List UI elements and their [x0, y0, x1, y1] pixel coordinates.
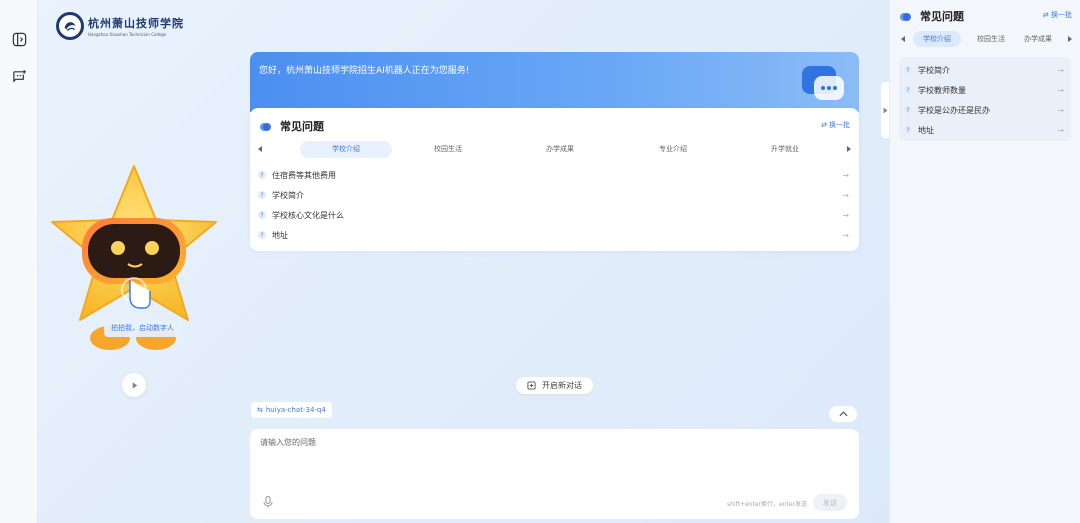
- arrow-right-icon: →: [1057, 126, 1064, 135]
- welcome-banner: 您好，杭州萧山技师学院招生AI机器人正在为您服务!: [250, 52, 859, 112]
- faq-question-text: 学校核心文化是什么: [272, 210, 344, 220]
- play-button[interactable]: [122, 373, 146, 397]
- faq-question-text: 住宿费等其他费用: [272, 170, 336, 180]
- side-refresh-button[interactable]: ⇄ 换一批: [1043, 10, 1072, 20]
- refresh-icon: ⇄: [821, 121, 827, 129]
- play-icon: [132, 381, 137, 389]
- side-panel-title: 常见问题: [920, 10, 964, 23]
- tab-prev-icon[interactable]: [256, 145, 264, 153]
- arrow-right-icon: →: [1057, 86, 1064, 95]
- question-icon: ?: [904, 126, 912, 134]
- welcome-text: 您好，杭州萧山技师学院招生AI机器人正在为您服务!: [259, 66, 470, 76]
- faq-question[interactable]: ? 住宿费等其他费用 →: [258, 165, 851, 185]
- panel-toggle-handle[interactable]: [881, 82, 889, 138]
- question-icon: ?: [258, 211, 266, 219]
- new-chat-button[interactable]: 开启新对话: [516, 377, 593, 394]
- faq-tabs: 学校介绍 校园生活 办学成果 专业介绍 升学就业: [256, 141, 853, 158]
- input-hint: shift+enter换行，enter发送: [727, 501, 807, 508]
- arrow-right-icon: →: [842, 191, 849, 200]
- faq-question[interactable]: ? 学校简介 →: [258, 185, 851, 205]
- question-icon: ?: [904, 66, 912, 74]
- tab-prev-icon[interactable]: [899, 35, 907, 43]
- faq-question[interactable]: ? 地址 →: [258, 225, 851, 245]
- faq-question-text: 学校简介: [272, 190, 304, 200]
- new-chat-label: 开启新对话: [542, 381, 582, 390]
- side-question-text: 学校是公办还是民办: [918, 105, 990, 115]
- faq-tab-careers[interactable]: 升学就业: [739, 141, 831, 158]
- faq-question-list: ? 住宿费等其他费用 → ? 学校简介 → ? 学校核心文化是什么 → ? 地址…: [258, 165, 851, 245]
- tab-next-icon[interactable]: [845, 145, 853, 153]
- school-emblem-icon: [56, 12, 84, 40]
- side-question[interactable]: ? 学校是公办还是民办 →: [904, 100, 1066, 120]
- model-switch-chip[interactable]: ⇆ huiya-chat-34-q4: [251, 402, 332, 418]
- side-tab-achievements[interactable]: 办学成果: [1014, 31, 1062, 47]
- send-button[interactable]: 发送: [813, 494, 847, 511]
- side-question[interactable]: ? 学校教师数量 →: [904, 80, 1066, 100]
- faq-icon: [900, 12, 911, 21]
- question-icon: ?: [904, 106, 912, 114]
- digital-human-mascot[interactable]: 拍拍我，启动数字人: [48, 160, 220, 360]
- arrow-right-icon: →: [1057, 106, 1064, 115]
- left-rail: [0, 0, 38, 523]
- side-question-text: 学校简介: [918, 65, 950, 75]
- arrow-right-icon: →: [1057, 66, 1064, 75]
- model-name: huiya-chat-34-q4: [265, 406, 326, 414]
- side-question-text: 地址: [918, 125, 934, 135]
- side-tab-school-intro[interactable]: 学校介绍: [913, 31, 961, 47]
- faq-tab-majors[interactable]: 专业介绍: [627, 141, 719, 158]
- new-chat-pill-icon: [527, 381, 536, 390]
- mascot-tip[interactable]: 拍拍我，启动数字人: [104, 320, 181, 337]
- tab-next-icon[interactable]: [1066, 35, 1074, 43]
- faq-refresh-button[interactable]: ⇄ 换一批: [821, 120, 850, 130]
- question-input[interactable]: [260, 437, 850, 487]
- faq-refresh-label: 换一批: [829, 121, 850, 129]
- toggle-sidebar-icon[interactable]: [11, 31, 27, 47]
- faq-question[interactable]: ? 学校核心文化是什么 →: [258, 205, 851, 225]
- arrow-right-icon: →: [842, 231, 849, 240]
- question-icon: ?: [258, 231, 266, 239]
- faq-card: 常见问题 ⇄ 换一批 学校介绍 校园生活 办学成果 专业介绍 升学就业 ? 住宿…: [250, 108, 859, 251]
- school-logo: 杭州萧山技师学院 Hangzhou Xiaoshan Technician Co…: [56, 12, 184, 40]
- faq-question-text: 地址: [272, 230, 288, 240]
- arrow-right-icon: →: [842, 211, 849, 220]
- side-question[interactable]: ? 地址 →: [904, 120, 1066, 140]
- question-icon: ?: [258, 171, 266, 179]
- switch-icon: ⇆: [257, 406, 263, 414]
- side-question-list: ? 学校简介 → ? 学校教师数量 → ? 学校是公办还是民办 → ? 地址 →: [899, 57, 1071, 141]
- school-name-en: Hangzhou Xiaoshan Technician College: [88, 32, 167, 37]
- school-name: 杭州萧山技师学院: [88, 17, 184, 30]
- chat-bubble-icon: [802, 66, 844, 100]
- microphone-icon[interactable]: [263, 496, 273, 511]
- side-tab-campus-life[interactable]: 校园生活: [967, 31, 1015, 47]
- side-panel-tabs: 学校介绍 校园生活 办学成果: [896, 31, 1076, 47]
- question-icon: ?: [904, 86, 912, 94]
- chat-input-box: shift+enter换行，enter发送 发送: [250, 429, 859, 519]
- faq-title: 常见问题: [280, 120, 324, 133]
- side-question-text: 学校教师数量: [918, 85, 966, 95]
- faq-tab-achievements[interactable]: 办学成果: [514, 141, 606, 158]
- side-question[interactable]: ? 学校简介 →: [904, 60, 1066, 80]
- side-refresh-label: 换一批: [1051, 11, 1072, 19]
- chevron-right-icon: [883, 107, 887, 113]
- arrow-right-icon: →: [842, 171, 849, 180]
- refresh-icon: ⇄: [1042, 11, 1049, 19]
- new-chat-icon[interactable]: [11, 68, 27, 84]
- collapse-button[interactable]: [829, 406, 857, 422]
- faq-tab-campus-life[interactable]: 校园生活: [402, 141, 494, 158]
- faq-icon: [260, 122, 271, 131]
- question-icon: ?: [258, 191, 266, 199]
- chevron-up-icon: [838, 411, 848, 417]
- faq-side-panel: 常见问题 ⇄ 换一批 学校介绍 校园生活 办学成果 ? 学校简介 → ? 学校教…: [889, 0, 1080, 523]
- faq-tab-school-intro[interactable]: 学校介绍: [300, 141, 392, 158]
